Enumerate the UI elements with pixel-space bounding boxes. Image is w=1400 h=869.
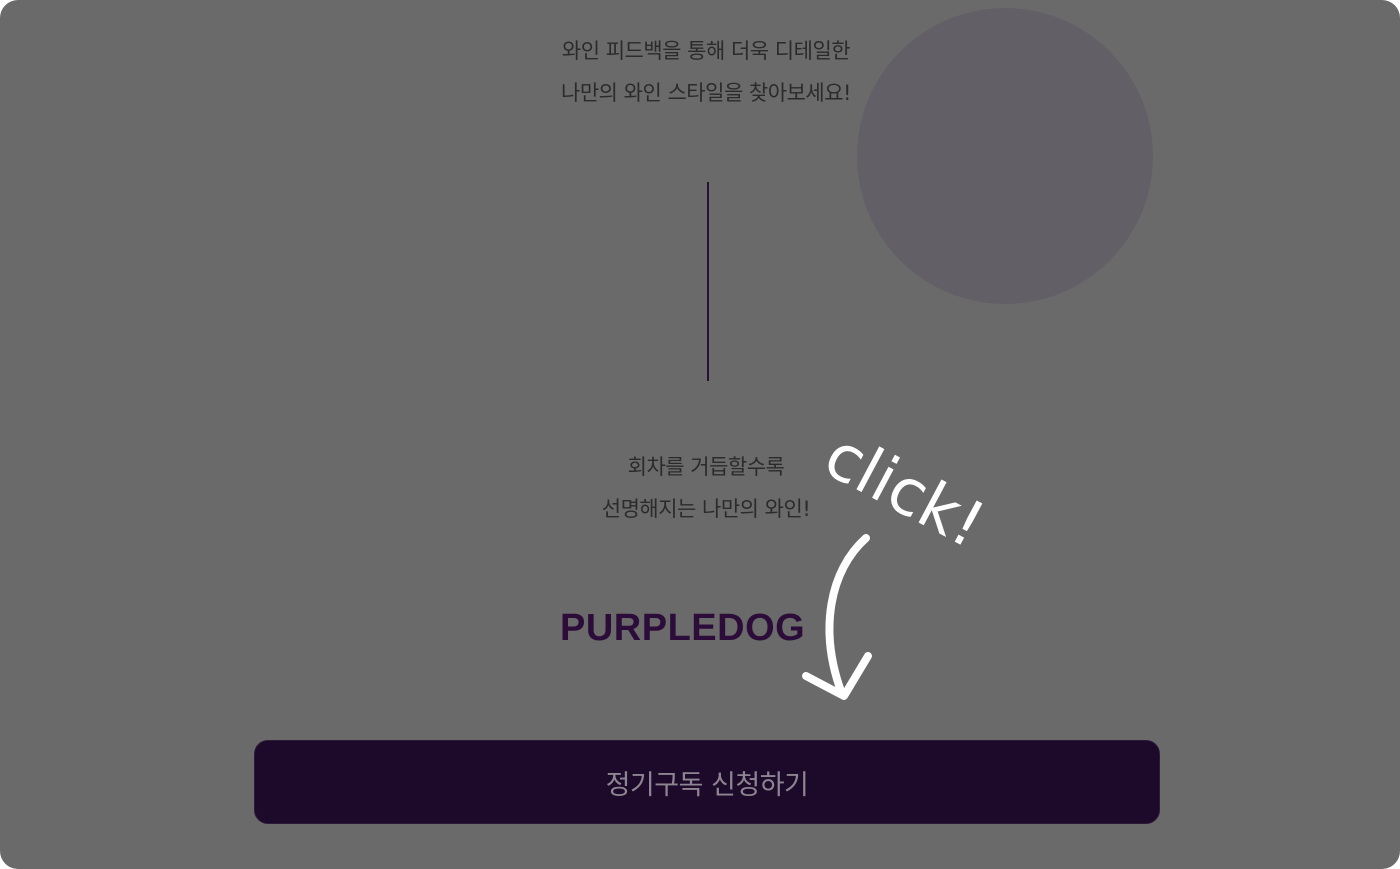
- modal-overlay: 와인 피드백을 통해 더욱 디테일한 나만의 와인 스타일을 찾아보세요! 회차…: [0, 0, 1400, 869]
- subscribe-button[interactable]: 정기구독 신청하기: [254, 740, 1160, 824]
- vertical-divider: [707, 182, 709, 381]
- intro-text: 와인 피드백을 통해 더욱 디테일한 나만의 와인 스타일을 찾아보세요!: [400, 30, 1012, 114]
- click-annotation: click!: [802, 430, 996, 700]
- subscribe-button-label: 정기구독 신청하기: [605, 769, 809, 801]
- intro-line-1: 와인 피드백을 통해 더욱 디테일한: [561, 39, 851, 63]
- click-annotation-text: click!: [812, 430, 996, 563]
- curved-arrow-down-icon: [802, 534, 872, 700]
- intro-line-2: 나만의 와인 스타일을 찾아보세요!: [561, 81, 851, 105]
